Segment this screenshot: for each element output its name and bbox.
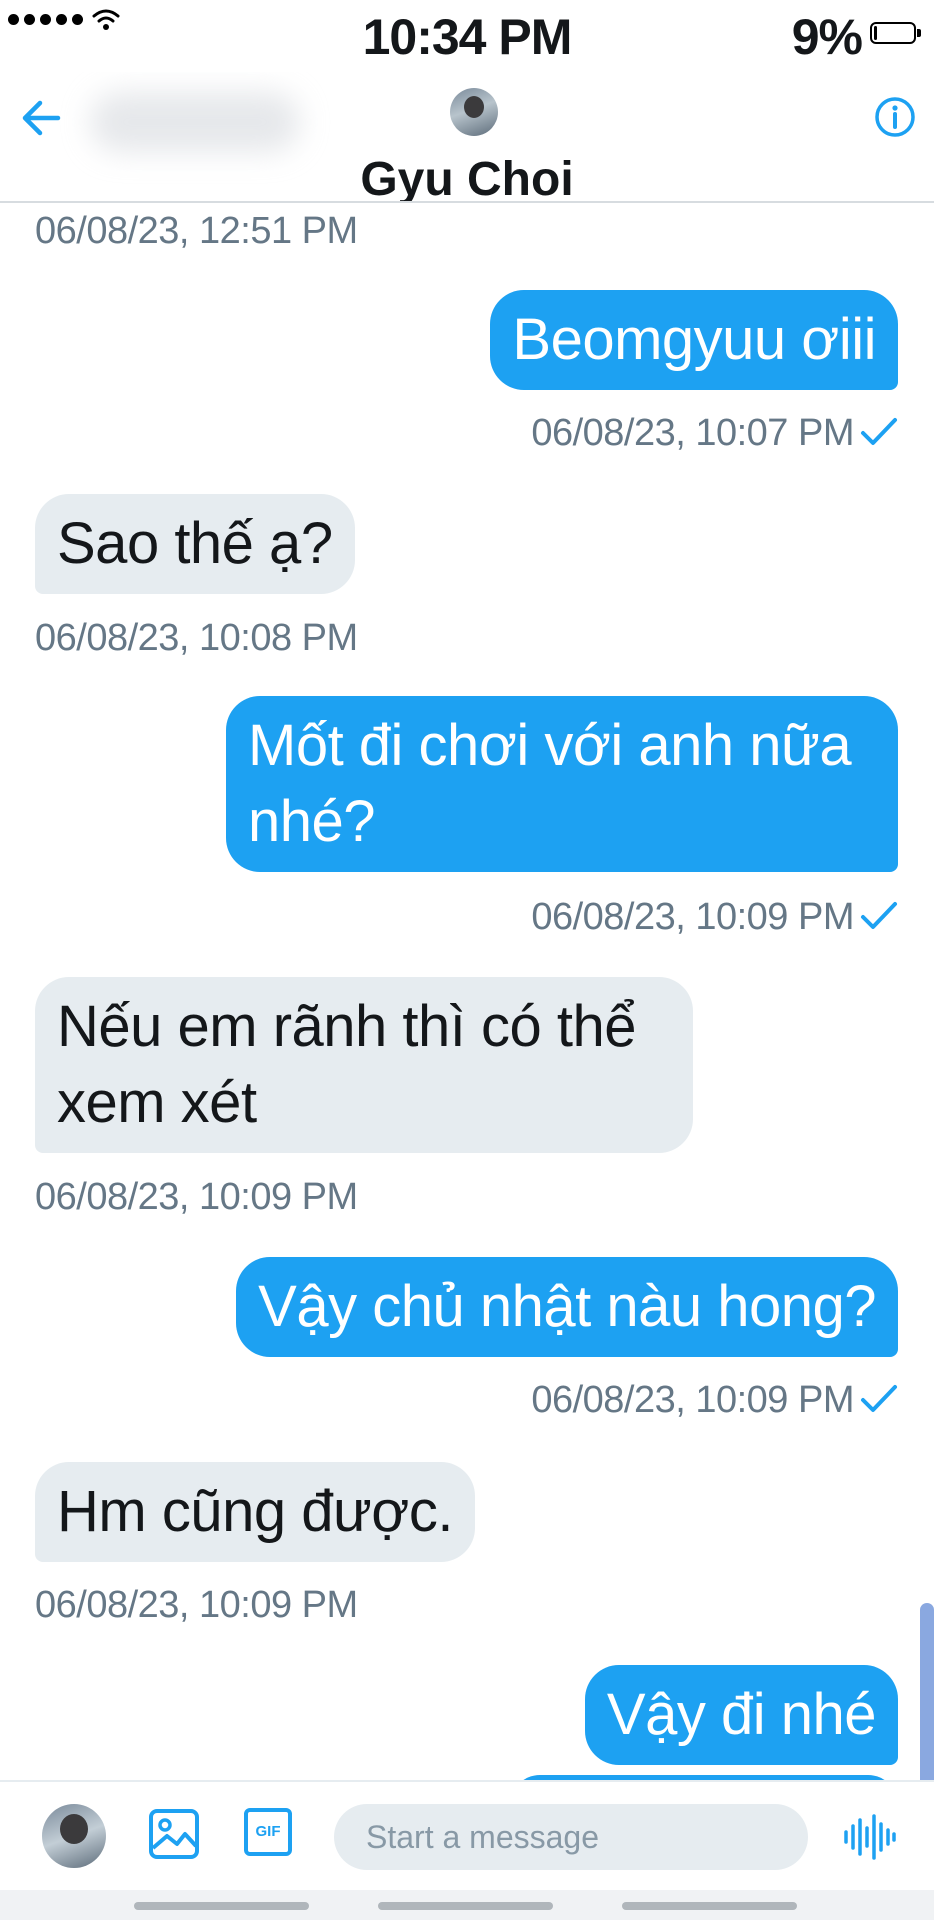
read-check-icon: [861, 418, 897, 445]
message-timestamp: 06/08/23, 10:09 PM: [35, 1584, 358, 1626]
battery-level: [874, 26, 877, 40]
read-check-icon: [861, 1385, 897, 1412]
gif-icon[interactable]: GIF: [244, 1808, 292, 1856]
back-arrow-icon[interactable]: [18, 94, 66, 142]
message-timestamp: 06/08/23, 10:09 PM: [35, 1176, 358, 1218]
voice-wave-icon[interactable]: [842, 1812, 898, 1862]
home-indicator: [0, 1890, 934, 1920]
sent-message[interactable]: Mốt đi chơi với anh nữa nhé?: [226, 696, 898, 872]
message-list[interactable]: 06/08/23, 12:51 PM Beomgyuu ơiii 06/08/2…: [0, 205, 934, 1780]
contact-name[interactable]: Gyu Choi: [0, 152, 934, 201]
message-timestamp: 06/08/23, 10:09 PM: [531, 1379, 854, 1421]
contact-avatar[interactable]: [450, 88, 498, 136]
info-icon[interactable]: [874, 96, 916, 138]
user-avatar[interactable]: [42, 1804, 106, 1868]
sent-message[interactable]: Beomgyuu ơiii: [490, 290, 898, 390]
received-message[interactable]: Nếu em rãnh thì có thể xem xét: [35, 977, 693, 1153]
status-bar: 10:34 PM 9%: [0, 0, 934, 72]
message-timestamp: 06/08/23, 10:09 PM: [531, 896, 854, 938]
message-timestamp: 06/08/23, 10:07 PM: [531, 412, 854, 454]
image-icon[interactable]: [148, 1808, 200, 1860]
conversation-header: Gyu Choi: [0, 72, 934, 203]
message-input[interactable]: Start a message: [334, 1804, 808, 1870]
sent-message[interactable]: Vậy đi nhé: [584, 1665, 898, 1765]
read-check-icon: [861, 902, 897, 929]
received-message[interactable]: Sao thế ạ?: [35, 494, 355, 594]
received-message[interactable]: Hm cũng được.: [35, 1462, 475, 1562]
message-timestamp: 06/08/23, 12:51 PM: [35, 210, 358, 252]
sent-message[interactable]: Vậy chủ nhật nàu hong?: [236, 1257, 898, 1357]
message-composer: GIF Start a message: [0, 1780, 934, 1890]
battery-icon: [870, 22, 921, 44]
scrollbar[interactable]: [920, 1603, 934, 1780]
blurred-region: [90, 92, 300, 152]
message-timestamp: 06/08/23, 10:08 PM: [35, 617, 358, 659]
battery-percentage: 9%: [791, 9, 863, 65]
